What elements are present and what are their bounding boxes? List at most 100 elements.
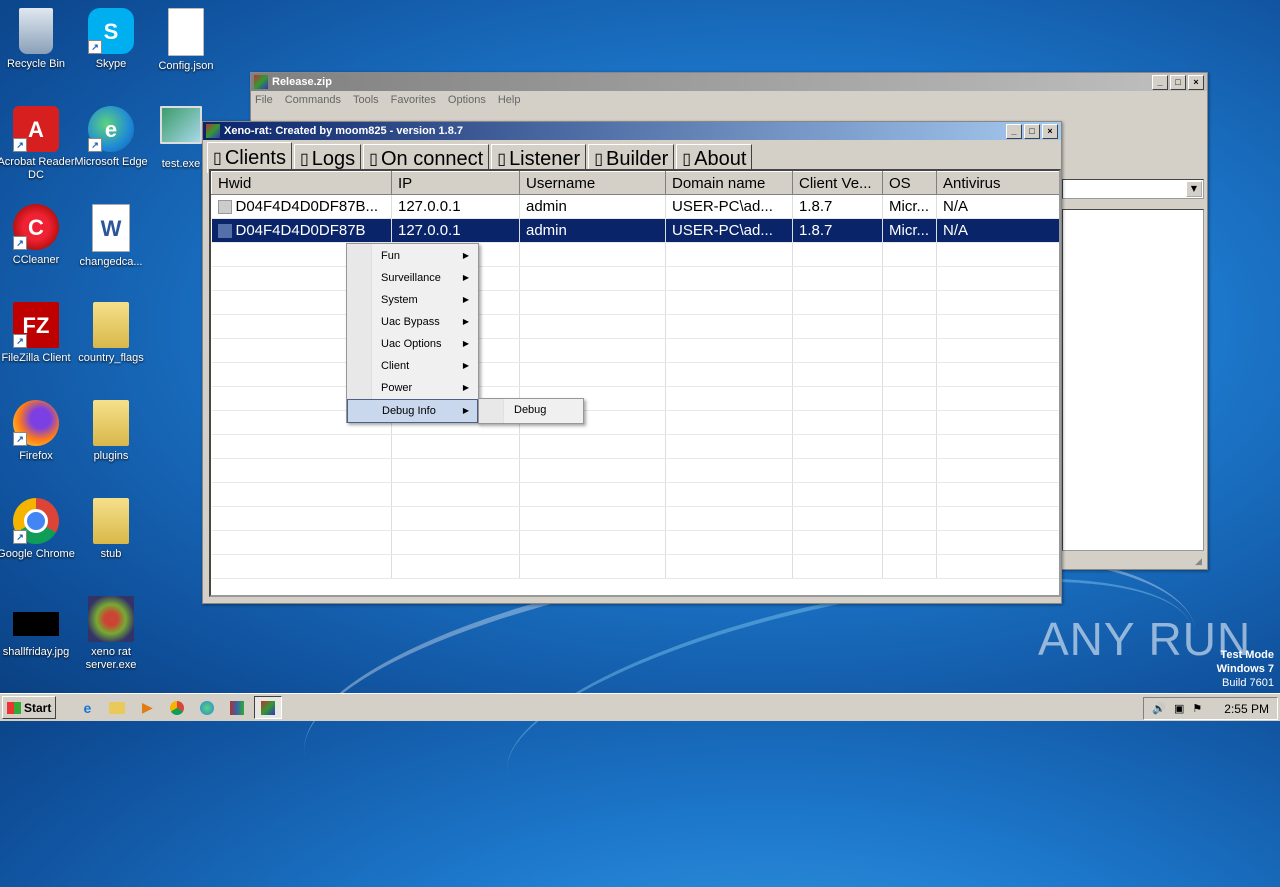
menu-file[interactable]: File: [255, 94, 273, 106]
desktop-icon-edge[interactable]: e ↗ Microsoft Edge: [71, 106, 151, 169]
menu-tools[interactable]: Tools: [353, 94, 379, 106]
menu-item-uac-bypass[interactable]: Uac Bypass ▶: [348, 311, 477, 333]
menu-item-client[interactable]: Client ▶: [348, 355, 477, 377]
filezilla-icon: FZ ↗: [13, 302, 59, 348]
desktop-icon-label: changedca...: [79, 256, 143, 268]
desktop-icon-xeno-rat-server[interactable]: xeno rat server.exe: [71, 596, 151, 672]
test-mode-notice: Test Mode Windows 7 Build 7601: [1217, 648, 1274, 690]
edge-icon: e ↗: [88, 106, 134, 152]
column-header-ip[interactable]: IP: [391, 171, 520, 195]
column-header-os[interactable]: OS: [882, 171, 937, 195]
minimize-button[interactable]: _: [1006, 123, 1022, 139]
table-row[interactable]: D04F4D4D0DF87B... 127.0.0.1 admin USER-P…: [211, 194, 1059, 219]
menu-item-system[interactable]: System ▶: [348, 289, 477, 311]
desktop-icon-label: stub: [100, 548, 122, 560]
menu-options[interactable]: Options: [448, 94, 486, 106]
chrome-icon: ↗: [13, 498, 59, 544]
close-button[interactable]: ×: [1188, 74, 1204, 90]
menu-help[interactable]: Help: [498, 94, 521, 106]
minimize-button[interactable]: _: [1152, 74, 1168, 90]
taskbar-ie-icon[interactable]: e: [74, 697, 100, 718]
chevron-right-icon: ▶: [462, 383, 469, 392]
volume-icon[interactable]: 🔊: [1152, 702, 1166, 715]
chevron-down-icon[interactable]: ▼: [1186, 181, 1202, 197]
desktop-icon-label: Microsoft Edge: [74, 156, 148, 168]
menu-item-debug-info[interactable]: Debug Info ▶: [347, 399, 478, 423]
client-icon: [217, 224, 232, 239]
cell-os: Micr...: [882, 218, 937, 243]
network-icon[interactable]: ▣: [1174, 702, 1184, 715]
table-row-empty: [211, 242, 1059, 267]
cell-domain: USER-PC\ad...: [665, 218, 793, 243]
taskbar-explorer-icon[interactable]: [104, 697, 130, 718]
windows-flag-icon: [7, 701, 21, 714]
desktop-icon-ccleaner[interactable]: C ↗ CCleaner: [0, 204, 76, 267]
desktop-icon-stub[interactable]: stub: [71, 498, 151, 561]
taskbar-media-player-icon[interactable]: ▶: [134, 697, 160, 718]
desktop-icon-country-flags[interactable]: country_flags: [71, 302, 151, 365]
menu-favorites[interactable]: Favorites: [391, 94, 436, 106]
desktop-icon-label: Acrobat Reader DC: [0, 156, 75, 181]
close-button[interactable]: ×: [1042, 123, 1058, 139]
desktop-icon-recycle-bin[interactable]: Recycle Bin: [0, 8, 76, 71]
clients-table[interactable]: Hwid IP Username Domain name Client Ve..…: [209, 169, 1061, 597]
flag-icon[interactable]: ⚑: [1192, 702, 1202, 715]
test-mode-line: Build 7601: [1222, 677, 1274, 689]
table-row-empty: [211, 410, 1059, 435]
desktop-icon-acrobat[interactable]: A ↗ Acrobat Reader DC: [0, 106, 76, 182]
path-dropdown[interactable]: ▼: [1062, 179, 1204, 199]
file-icon: [168, 8, 204, 56]
column-header-domain[interactable]: Domain name: [665, 171, 793, 195]
desktop-icon-firefox[interactable]: ↗ Firefox: [0, 400, 76, 463]
test-mode-line: Test Mode: [1220, 649, 1274, 661]
taskbar-winrar-icon[interactable]: [224, 697, 250, 718]
menu-item-debug[interactable]: Debug: [480, 399, 582, 421]
cell-client-version: 1.8.7: [792, 194, 883, 219]
file-list-pane[interactable]: [1062, 209, 1204, 551]
menu-commands[interactable]: Commands: [285, 94, 341, 106]
xeno-rat-icon: [206, 124, 220, 138]
folder-icon: [93, 302, 129, 348]
taskbar-edge-icon[interactable]: [194, 697, 220, 718]
table-row-empty: [211, 554, 1059, 579]
folder-icon: [93, 498, 129, 544]
menu-item-uac-options[interactable]: Uac Options ▶: [348, 333, 477, 355]
chevron-right-icon: ▶: [462, 339, 469, 348]
menu-item-fun[interactable]: Fun ▶: [348, 245, 477, 267]
desktop-icon-label: country_flags: [78, 352, 144, 364]
desktop-icon-skype[interactable]: S ↗ Skype: [71, 8, 151, 71]
start-button[interactable]: Start: [2, 696, 57, 719]
desktop-icon-filezilla[interactable]: FZ ↗ FileZilla Client: [0, 302, 76, 365]
desktop-icon-config-json[interactable]: Config.json: [146, 8, 226, 73]
desktop-icon-plugins[interactable]: plugins: [71, 400, 151, 463]
chevron-right-icon: ▶: [462, 406, 469, 415]
recycle-bin-icon: [19, 8, 53, 54]
release-menubar: File Commands Tools Favorites Options He…: [251, 91, 1207, 109]
menu-item-surveillance[interactable]: Surveillance ▶: [348, 267, 477, 289]
chevron-right-icon: ▶: [462, 273, 469, 282]
system-tray: 🔊 ▣ ⚑ 2:55 PM: [1143, 697, 1278, 720]
maximize-button[interactable]: □: [1024, 123, 1040, 139]
debug-submenu: Debug: [478, 398, 584, 424]
column-header-client-version[interactable]: Client Ve...: [792, 171, 883, 195]
desktop-icon-changedca[interactable]: W changedca...: [71, 204, 151, 269]
column-header-hwid[interactable]: Hwid: [211, 171, 392, 195]
menu-item-power[interactable]: Power ▶: [348, 377, 477, 399]
release-titlebar: Release.zip _ □ ×: [251, 73, 1207, 91]
desktop-icon-chrome[interactable]: ↗ Google Chrome: [0, 498, 76, 561]
table-row[interactable]: D04F4D4D0DF87B 127.0.0.1 admin USER-PC\a…: [211, 218, 1059, 243]
chevron-right-icon: ▶: [462, 361, 469, 370]
desktop-icon-shallfriday[interactable]: shallfriday.jpg: [0, 612, 76, 659]
image-file-icon: [13, 612, 59, 636]
chevron-right-icon: ▶: [462, 317, 469, 326]
chevron-right-icon: ▶: [462, 295, 469, 304]
column-header-antivirus[interactable]: Antivirus: [936, 171, 1059, 195]
taskbar-chrome-icon[interactable]: [164, 697, 190, 718]
taskbar-xeno-rat-icon[interactable]: [254, 696, 283, 719]
desktop-icon-label: Google Chrome: [0, 548, 75, 560]
resize-grip-icon[interactable]: ◢: [1195, 557, 1205, 567]
maximize-button[interactable]: □: [1170, 74, 1186, 90]
clock[interactable]: 2:55 PM: [1224, 702, 1269, 716]
column-header-username[interactable]: Username: [519, 171, 666, 195]
window-title: Release.zip: [272, 76, 332, 88]
